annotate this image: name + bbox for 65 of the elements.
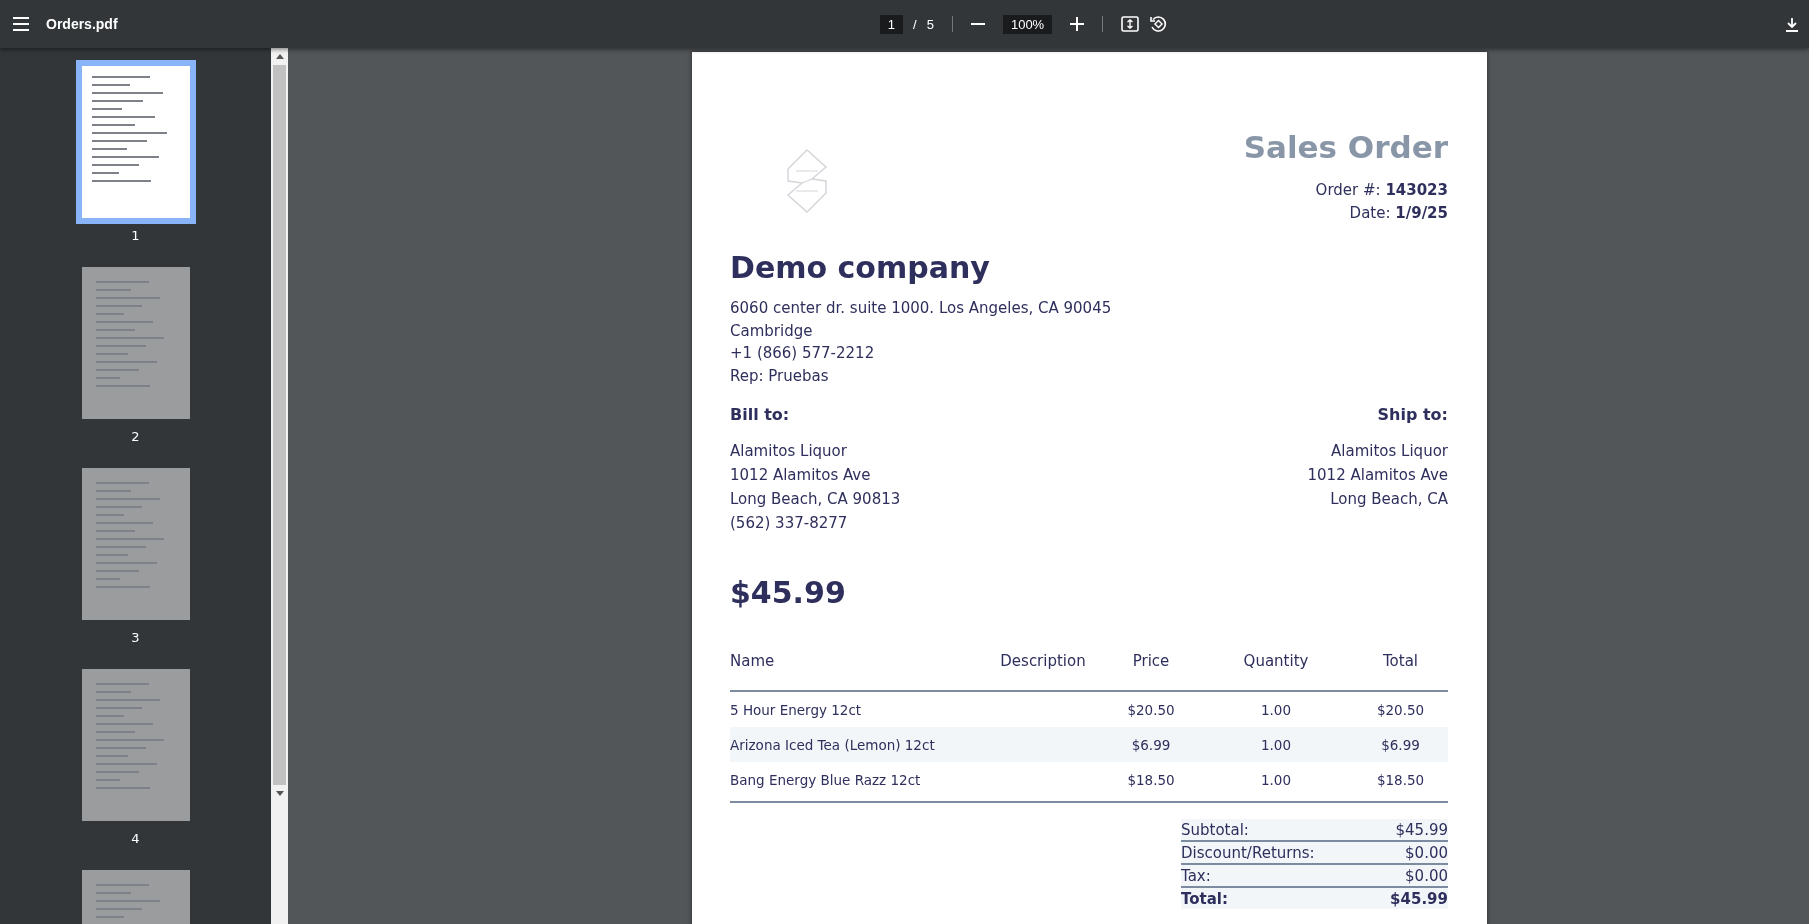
column-header: Quantity [1242,652,1310,670]
table-cell-text: Bang Energy Blue Razz 12ct [730,771,922,788]
company-detail: 6060 center dr. suite 1000. Los Angeles, CA 90045 [730,298,1113,319]
order-meta: Order #: 143023 [1314,180,1448,201]
totals-value: $0.00 [1405,843,1448,862]
ship-to-line: Long Beach, CA [1329,489,1448,510]
table-cell-text: 1.00 [1259,701,1293,718]
bill-to-line: 1012 Alamitos Ave [730,465,872,486]
rotate-icon[interactable] [1149,15,1168,33]
fit-page-icon[interactable] [1121,16,1140,32]
table-cell-text: $6.99 [1130,736,1172,753]
ship-to-line: 1012 Alamitos Ave [1307,465,1448,486]
page-thumbnail[interactable] [81,669,190,821]
totals-value: $45.99 [1395,820,1448,839]
column-header: Name [730,652,776,670]
totals-label: Total: [1181,889,1228,908]
file-title: Orders.pdf [46,16,118,32]
thumbnail-page-number: 2 [131,429,140,444]
menu-icon[interactable] [12,17,30,31]
totals-label: Tax: [1181,866,1211,885]
page-thumbnail[interactable] [81,468,190,620]
download-icon[interactable] [1785,16,1799,32]
scroll-down-icon[interactable] [275,791,284,796]
company-name: Demo company [730,250,991,285]
company-detail: Cambridge [730,320,814,342]
thumbnail-page-number: 1 [131,228,140,243]
scrollbar[interactable] [271,48,288,924]
column-header: Price [1131,652,1171,670]
company-detail: +1 (866) 577-2212 [730,343,876,364]
document-title: Sales Order [1243,129,1448,165]
totals-label: Discount/Returns: [1181,843,1315,862]
bill-to-heading: Bill to: [730,405,791,424]
totals-label: Subtotal: [1181,820,1249,839]
zoom-in-icon[interactable] [1070,17,1085,31]
page-count: 5 [926,16,934,32]
ship-to-heading: Ship to: [1376,405,1448,424]
bill-to-line: (562) 337-8277 [730,513,849,534]
company-detail: Rep: Pruebas [730,365,830,387]
table-cell-text: 5 Hour Energy 12ct [730,701,863,718]
zoom-field[interactable]: 100% [1002,14,1053,34]
table-cell-text: $20.50 [1375,701,1426,718]
ship-to-line: Alamitos Liquor [1330,441,1448,462]
bill-to-line: Long Beach, CA 90813 [730,489,901,510]
table-cell-text: $18.50 [1375,771,1426,788]
page-thumbnail[interactable] [81,267,190,419]
table-cell-text: Arizona Iced Tea (Lemon) 12ct [730,736,936,753]
table-cell-text: 1.00 [1259,736,1293,753]
page-separator: / [913,16,917,32]
page-thumbnail[interactable] [75,60,196,224]
thumbnail-page-number: 4 [131,831,140,846]
scroll-up-icon[interactable] [275,54,284,59]
bill-to-line: Alamitos Liquor [730,441,848,462]
column-header: Total [1381,652,1419,670]
table-cell-text: 1.00 [1259,771,1293,788]
table-cell-text: $18.50 [1126,771,1176,788]
totals-value: $0.00 [1405,866,1448,885]
totals-value: $45.99 [1390,889,1448,908]
thumbnail-page-number: 3 [131,630,140,645]
column-header: Description [999,652,1087,670]
order-meta: Date: 1/9/25 [1348,203,1448,224]
table-cell-text: $20.50 [1126,701,1176,718]
table-cell-text: $6.99 [1380,736,1421,753]
order-amount: $45.99 [730,575,847,610]
scrollbar-thumb[interactable] [273,65,286,785]
page-number-field[interactable]: 1 [879,14,904,34]
